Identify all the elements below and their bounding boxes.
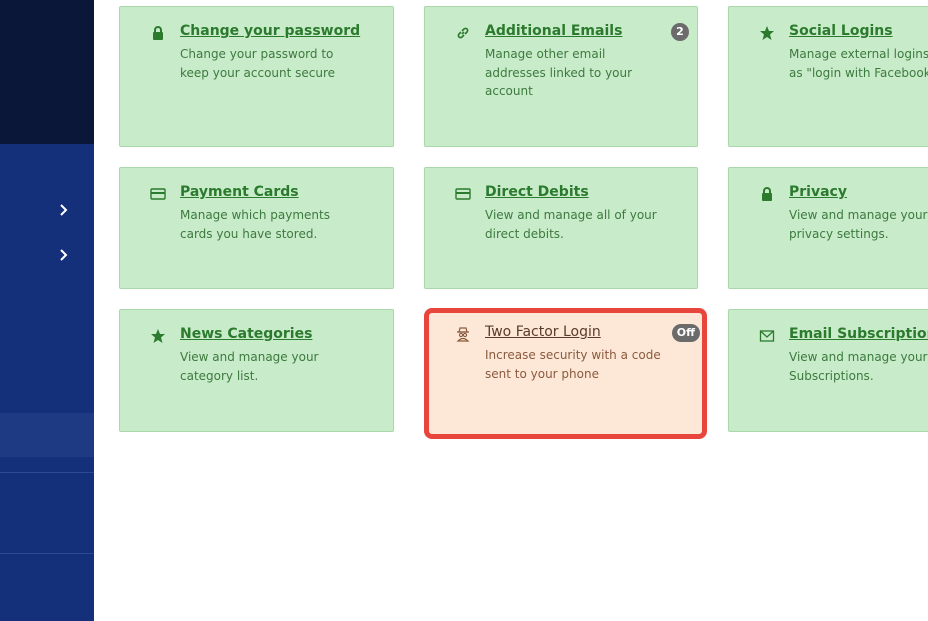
card-title[interactable]: Payment Cards: [180, 184, 299, 200]
card-description: View and manage your privacy settings.: [789, 208, 928, 241]
card-title[interactable]: Additional Emails: [485, 23, 622, 39]
card-description: Manage which payments cards you have sto…: [180, 208, 330, 241]
lock-icon: [153, 26, 163, 40]
card-payment-cards[interactable]: Payment Cards Manage which payments card…: [119, 167, 394, 289]
card-title[interactable]: Social Logins: [789, 23, 893, 39]
card-title[interactable]: Direct Debits: [485, 184, 589, 200]
credit-card-icon: [455, 188, 471, 200]
chevron-right-icon: [60, 204, 68, 216]
card-email-subscriptions[interactable]: Email Subscriptions View and manage your…: [728, 309, 928, 432]
envelope-icon: [759, 330, 775, 342]
card-description: View and manage all of your direct debit…: [485, 208, 657, 241]
link-icon: [457, 27, 469, 39]
card-title[interactable]: Email Subscriptions: [789, 326, 928, 342]
sidebar-item-active[interactable]: [0, 413, 94, 457]
sidebar-item-2[interactable]: [0, 235, 94, 275]
card-title[interactable]: News Categories: [180, 326, 312, 342]
card-two-factor-login[interactable]: Two Factor Login Increase security with …: [424, 308, 707, 439]
card-privacy[interactable]: Privacy View and manage your privacy set…: [728, 167, 928, 289]
star-icon: [760, 26, 774, 40]
card-additional-emails[interactable]: Additional Emails Manage other email add…: [424, 6, 698, 147]
lock-icon: [762, 187, 772, 201]
chevron-right-icon: [60, 249, 68, 261]
card-description: View and manage your category list.: [180, 350, 319, 383]
card-news-categories[interactable]: News Categories View and manage your cat…: [119, 309, 394, 432]
star-icon: [151, 329, 165, 343]
card-change-password[interactable]: Change your password Change your passwor…: [119, 6, 394, 147]
card-description: View and manage your Email Subscriptions…: [789, 350, 928, 383]
count-badge: 2: [671, 23, 689, 41]
sidebar-header: [0, 0, 94, 144]
card-description: Change your password to keep your accoun…: [180, 47, 336, 80]
credit-card-icon: [150, 188, 166, 200]
card-title[interactable]: Change your password: [180, 23, 360, 39]
card-description: Manage external logins such as "login wi…: [789, 47, 928, 80]
sidebar: [0, 0, 94, 621]
sidebar-item-1[interactable]: [0, 190, 94, 230]
card-title[interactable]: Two Factor Login: [485, 324, 601, 340]
sidebar-divider: [0, 472, 94, 473]
card-social-logins[interactable]: Social Logins Manage external logins suc…: [728, 6, 928, 147]
card-description: Manage other email addresses linked to y…: [485, 47, 633, 98]
card-description: Increase security with a code sent to yo…: [485, 348, 661, 381]
status-badge: Off: [671, 324, 700, 342]
sidebar-divider: [0, 553, 94, 554]
spy-icon: [456, 327, 470, 342]
card-title[interactable]: Privacy: [789, 184, 847, 200]
card-direct-debits[interactable]: Direct Debits View and manage all of you…: [424, 167, 698, 289]
